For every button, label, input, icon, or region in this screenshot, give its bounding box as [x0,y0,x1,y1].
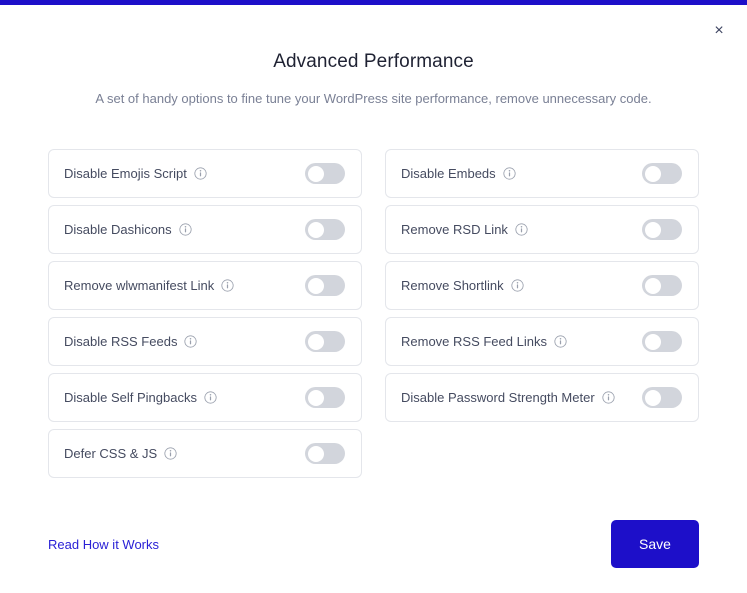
toggle-knob [644,221,661,238]
option-label: Defer CSS & JS [64,445,158,461]
option-row-left: Remove Shortlink [401,278,524,294]
modal-close-row: × [0,5,747,50]
option-row-left: Disable Emojis Script [64,166,207,182]
info-circle-icon[interactable] [511,279,524,292]
toggle-knob [644,165,661,182]
option-row-left: Disable Dashicons [64,222,192,238]
toggle-knob [307,277,324,294]
option-row-left: Remove RSS Feed Links [401,334,567,350]
close-icon[interactable]: × [709,21,729,41]
toggle-knob [307,445,324,462]
option-row-left: Disable RSS Feeds [64,333,198,350]
options-grid: Disable Emojis Script Disable Embeds Disab… [48,149,699,495]
option-label: Remove RSD Link [401,221,508,237]
option-row-left: Defer CSS & JS [64,446,177,462]
option-row-remove-wlwmanifest-link[interactable]: Remove wlwmanifest Link [48,261,362,310]
toggle-remove-rsd-link[interactable] [642,219,682,240]
option-row-left: Disable Self Pingbacks [64,390,217,406]
modal-header: Advanced Performance A set of handy opti… [0,50,747,108]
modal-footer: Read How it Works Save [48,495,699,593]
toggle-knob [307,389,324,406]
advanced-performance-modal: × Advanced Performance A set of handy op… [0,0,747,593]
option-label: Disable Embeds [401,165,496,181]
toggle-remove-rss-feed-links[interactable] [642,331,682,352]
option-row-disable-dashicons[interactable]: Disable Dashicons [48,205,362,254]
save-button[interactable]: Save [611,520,699,568]
option-label: Remove RSS Feed Links [401,333,547,349]
toggle-remove-wlwmanifest-link[interactable] [305,275,345,296]
toggle-knob [307,165,324,182]
option-row-left: Disable Embeds [401,166,516,182]
option-row-left: Remove RSD Link [401,222,528,238]
option-label: Disable Password Strength Meter [401,389,595,405]
info-circle-icon[interactable] [221,279,234,292]
info-circle-icon[interactable] [164,447,177,460]
toggle-defer-css-and-js[interactable] [305,443,345,464]
toggle-disable-emojis-script[interactable] [305,163,345,184]
toggle-disable-rss-feeds[interactable] [305,331,345,352]
toggle-knob [644,389,661,406]
info-circle-icon[interactable] [179,223,192,236]
option-row-remove-rsd-link[interactable]: Remove RSD Link [385,205,699,254]
info-circle-icon[interactable] [194,167,207,180]
option-row-disable-self-pingbacks[interactable]: Disable Self Pingbacks [48,373,362,422]
toggle-disable-self-pingbacks[interactable] [305,387,345,408]
toggle-remove-shortlink[interactable] [642,275,682,296]
option-label: Disable Self Pingbacks [64,389,197,405]
option-row-remove-shortlink[interactable]: Remove Shortlink [385,261,699,310]
toggle-knob [307,221,324,238]
option-row-disable-rss-feeds[interactable]: Disable RSS Feeds [48,317,362,366]
option-row-remove-rss-feed-links[interactable]: Remove RSS Feed Links [385,317,699,366]
option-row-disable-password-strength-meter[interactable]: Disable Password Strength Meter [385,373,699,422]
option-row-defer-css-and-js[interactable]: Defer CSS & JS [48,429,362,478]
info-circle-icon[interactable] [554,335,567,348]
info-circle-icon[interactable] [184,335,198,348]
option-row-left: Remove wlwmanifest Link [64,278,234,294]
info-circle-icon[interactable] [602,391,615,404]
info-circle-icon[interactable] [204,391,217,404]
info-circle-icon[interactable] [503,167,516,180]
read-how-it-works-link[interactable]: Read How it Works [48,537,159,552]
grid-spacer [385,429,699,478]
option-label: Remove wlwmanifest Link [64,277,215,293]
toggle-disable-dashicons[interactable] [305,219,345,240]
option-label: Disable Emojis Script [64,165,187,181]
toggle-knob [644,277,661,294]
info-circle-icon[interactable] [515,223,528,236]
option-label: Disable RSS Feeds [64,333,178,349]
option-label: Disable Dashicons [64,221,172,237]
option-label: Remove Shortlink [401,277,504,293]
toggle-disable-password-strength-meter[interactable] [642,387,682,408]
option-row-left: Disable Password Strength Meter [401,390,615,406]
option-row-disable-emojis-script[interactable]: Disable Emojis Script [48,149,362,198]
page-subtitle: A set of handy options to fine tune your… [95,91,652,106]
option-row-disable-embeds[interactable]: Disable Embeds [385,149,699,198]
page-title: Advanced Performance [273,51,474,72]
toggle-knob [307,333,324,350]
toggle-knob [644,333,661,350]
toggle-disable-embeds[interactable] [642,163,682,184]
